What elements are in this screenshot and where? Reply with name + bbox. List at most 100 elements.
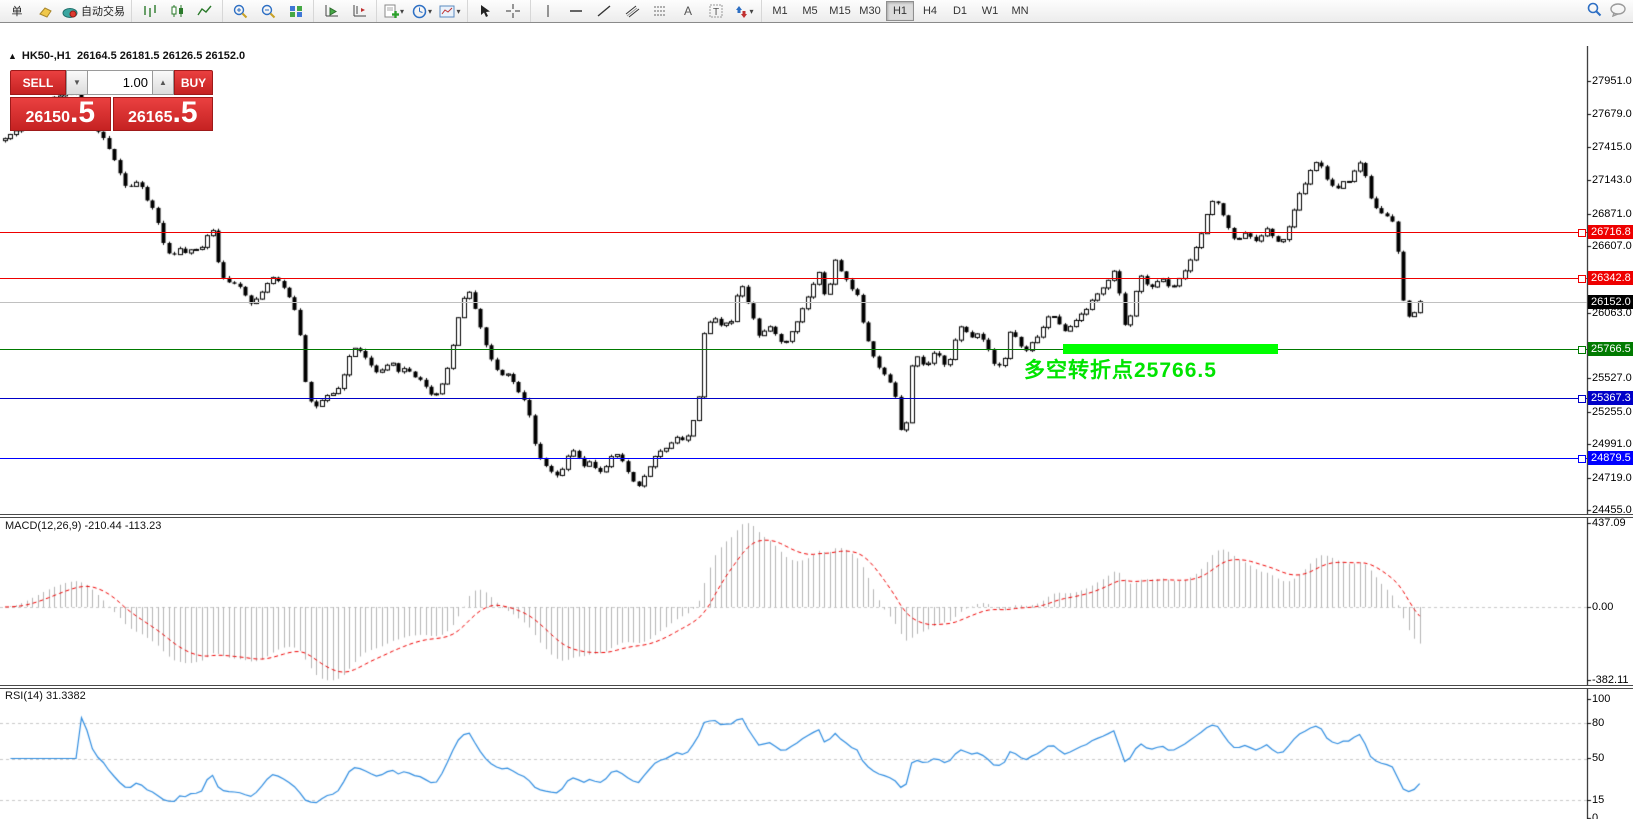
tf-button-W1[interactable]: W1 xyxy=(976,1,1004,21)
periods-dropdown-caret[interactable]: ▾ xyxy=(428,7,432,16)
orders-button-label: 单 xyxy=(11,6,23,18)
bar-chart-icon xyxy=(142,4,157,18)
buy-price-main: 26165 xyxy=(127,109,173,126)
line-drag-handle[interactable] xyxy=(1578,275,1586,283)
new-order-button[interactable] xyxy=(31,0,59,22)
tf-button-H1[interactable]: H1 xyxy=(886,1,914,21)
toolbar-group-timeframes: M1 M5 M15 M30 H1 H4 D1 W1 MN xyxy=(761,0,1038,22)
periods-clock-icon xyxy=(412,4,427,19)
chart-region: ▲ HK50-,H1 26164.5 26181.5 26126.5 26152.… xyxy=(0,23,1633,819)
level-price-tag: 26716.8 xyxy=(1588,225,1633,239)
turning-point-annotation[interactable]: 多空转折点25766.5 xyxy=(1024,354,1217,384)
toolbar-group-objects: A T ▾ xyxy=(530,0,761,22)
autotrading-icon xyxy=(62,5,78,18)
templates-button[interactable]: ▾ xyxy=(436,0,464,22)
fibonacci-button[interactable] xyxy=(646,0,674,22)
text-button[interactable]: A xyxy=(674,0,702,22)
trading-terminal-window: 单 自动交易 ▾ ▾ ▾ A T ▾ M1 M5 M15 M30 H1 H4 D… xyxy=(0,0,1633,819)
line-drag-handle[interactable] xyxy=(1578,229,1586,237)
horizontal-level-line-26152.0[interactable] xyxy=(0,302,1587,303)
level-price-tag: 26342.8 xyxy=(1588,271,1633,285)
text-label-icon: T xyxy=(709,4,723,18)
tf-button-M5[interactable]: M5 xyxy=(796,1,824,21)
rsi-axis-label: 15 xyxy=(1592,794,1605,806)
price-axis-label: 26871.0 xyxy=(1592,207,1632,220)
cursor-button[interactable] xyxy=(471,0,499,22)
volume-input[interactable] xyxy=(88,70,152,95)
zoom-in-button[interactable] xyxy=(226,0,254,22)
line-chart-icon xyxy=(197,4,213,18)
chart-shift-button[interactable] xyxy=(345,0,373,22)
chart-canvas[interactable] xyxy=(0,46,1633,819)
autotrading-button[interactable]: 自动交易 xyxy=(59,0,128,22)
tf-button-D1[interactable]: D1 xyxy=(946,1,974,21)
candlestick-chart-button[interactable] xyxy=(163,0,191,22)
rsi-pane-splitter[interactable] xyxy=(0,685,1633,689)
buy-button[interactable]: BUY xyxy=(174,70,213,95)
periods-button[interactable]: ▾ xyxy=(408,0,436,22)
tile-windows-button[interactable] xyxy=(282,0,310,22)
indicators-dropdown-caret[interactable]: ▾ xyxy=(400,7,404,16)
price-axis-label: 24719.0 xyxy=(1592,471,1632,484)
price-axis-label: 27415.0 xyxy=(1592,140,1632,153)
line-drag-handle[interactable] xyxy=(1578,455,1586,463)
tf-button-M15[interactable]: M15 xyxy=(826,1,854,21)
trendline-button[interactable] xyxy=(590,0,618,22)
price-axis-label: 25255.0 xyxy=(1592,405,1632,418)
horizontal-level-line-24879.5[interactable] xyxy=(0,458,1587,459)
search-icon[interactable] xyxy=(1587,2,1602,20)
orders-button[interactable]: 单 xyxy=(3,0,31,22)
indicators-button[interactable]: ▾ xyxy=(380,0,408,22)
equidistant-channel-button[interactable] xyxy=(618,0,646,22)
zoom-out-button[interactable] xyxy=(254,0,282,22)
horizontal-level-line-25766.5[interactable] xyxy=(0,349,1587,350)
sell-button[interactable]: SELL xyxy=(10,70,66,95)
crosshair-button[interactable] xyxy=(499,0,527,22)
symbol-name: HK50-,H1 xyxy=(21,50,71,62)
level-price-tag: 25766.5 xyxy=(1588,342,1633,356)
tf-button-M1[interactable]: M1 xyxy=(766,1,794,21)
macd-pane-splitter[interactable] xyxy=(0,514,1633,518)
bar-chart-button[interactable] xyxy=(135,0,163,22)
turning-point-highlight-bar[interactable] xyxy=(1063,344,1278,355)
auto-scroll-icon xyxy=(324,4,339,18)
templates-dropdown-caret[interactable]: ▾ xyxy=(456,7,460,16)
volume-down-button[interactable]: ▼ xyxy=(66,70,88,95)
toolbar-group-trade: 单 自动交易 xyxy=(0,0,131,22)
price-axis-label: 27143.0 xyxy=(1592,174,1632,187)
line-chart-button[interactable] xyxy=(191,0,219,22)
horizontal-level-line-25367.3[interactable] xyxy=(0,398,1587,399)
vertical-line-button[interactable] xyxy=(534,0,562,22)
volume-up-button[interactable]: ▲ xyxy=(152,70,174,95)
tf-button-MN[interactable]: MN xyxy=(1006,1,1034,21)
line-drag-handle[interactable] xyxy=(1578,395,1586,403)
horizontal-line-button[interactable] xyxy=(562,0,590,22)
toolbar-group-cursor xyxy=(467,0,530,22)
line-drag-handle[interactable] xyxy=(1578,346,1586,354)
arrows-button[interactable]: ▾ xyxy=(730,0,758,22)
toolbar: 单 自动交易 ▾ ▾ ▾ A T ▾ M1 M5 M15 M30 H1 H4 D… xyxy=(0,0,1633,23)
tf-button-M30[interactable]: M30 xyxy=(856,1,884,21)
sell-price-button[interactable]: 26150.5 xyxy=(10,97,111,131)
rsi-axis-label: 80 xyxy=(1592,717,1605,729)
horizontal-level-line-26716.8[interactable] xyxy=(0,232,1587,233)
arrows-dropdown-caret[interactable]: ▾ xyxy=(749,7,753,16)
panel-collapse-icon[interactable]: ▲ xyxy=(8,51,17,61)
tf-button-H4[interactable]: H4 xyxy=(916,1,944,21)
trendline-icon xyxy=(597,4,611,18)
auto-scroll-button[interactable] xyxy=(317,0,345,22)
cursor-icon xyxy=(479,4,491,18)
toolbar-right xyxy=(1587,0,1627,22)
rsi-axis-label: 50 xyxy=(1592,752,1605,764)
zoom-in-icon xyxy=(233,4,248,19)
macd-axis-label: 0.00 xyxy=(1592,601,1614,613)
horizontal-level-line-26342.8[interactable] xyxy=(0,278,1587,279)
sell-price-frac: .5 xyxy=(69,96,96,129)
text-label-button[interactable]: T xyxy=(702,0,730,22)
toolbar-group-insert: ▾ ▾ ▾ xyxy=(376,0,467,22)
toolbar-group-zoom xyxy=(222,0,313,22)
buy-price-button[interactable]: 26165.5 xyxy=(112,97,213,131)
symbol-info: ▲ HK50-,H1 26164.5 26181.5 26126.5 26152.… xyxy=(8,50,245,62)
chat-icon[interactable] xyxy=(1610,2,1627,20)
chart-shift-icon xyxy=(352,4,367,18)
